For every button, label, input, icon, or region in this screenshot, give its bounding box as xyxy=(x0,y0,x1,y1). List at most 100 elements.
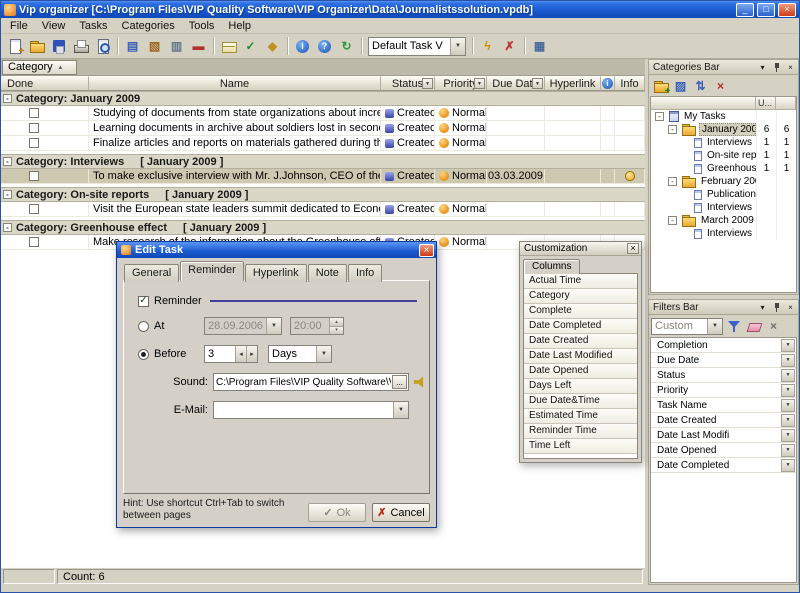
collapse-icon[interactable]: - xyxy=(3,190,12,199)
dropdown-arrow-icon[interactable]: ▼ xyxy=(393,402,408,418)
task-done-checkbox[interactable] xyxy=(29,108,39,118)
column-header-priority[interactable]: Priority▼ xyxy=(435,76,487,91)
time-spin-buttons[interactable]: ▴▾ xyxy=(329,318,343,334)
filter-dropdown-icon[interactable]: ▼ xyxy=(532,78,543,89)
collapse-icon[interactable]: - xyxy=(3,94,12,103)
menu-item-tasks[interactable]: Tasks xyxy=(72,19,114,33)
menu-item-categories[interactable]: Categories xyxy=(115,19,182,33)
delete-filter-button[interactable]: × xyxy=(764,317,783,336)
duplicate-task-button[interactable]: ▥ xyxy=(166,36,187,57)
column-item[interactable]: Reminder Time xyxy=(524,424,637,439)
before-value-input[interactable]: 3 ◂▸ xyxy=(204,345,258,363)
panel-menu-icon[interactable]: ▾ xyxy=(756,61,769,73)
column-header-done[interactable]: Done xyxy=(1,76,89,91)
menu-item-tools[interactable]: Tools xyxy=(182,19,222,33)
sort-categories-button[interactable]: ⇅ xyxy=(691,76,710,95)
filter-row-date-last-modifi[interactable]: Date Last Modifi▼ xyxy=(651,428,796,443)
speaker-icon[interactable] xyxy=(414,377,427,388)
tree-item-interviews[interactable]: Interviews11 xyxy=(651,136,796,149)
filter-dropdown-icon[interactable]: ▼ xyxy=(422,78,433,89)
category-group-row[interactable]: -Category: January 2009 xyxy=(1,91,645,106)
column-header-due-date[interactable]: Due Date▼ xyxy=(487,76,545,91)
at-time-spinner[interactable]: 20:00 ▴▾ xyxy=(290,317,344,335)
dropdown-icon[interactable]: ▼ xyxy=(781,339,795,352)
sync-button[interactable]: ↻ xyxy=(336,36,357,57)
task-row[interactable]: Finalize articles and reports on materia… xyxy=(1,136,645,151)
filter-row-priority[interactable]: Priority▼ xyxy=(651,383,796,398)
maximize-button[interactable]: □ xyxy=(757,3,775,17)
delete-category-button[interactable]: × xyxy=(711,76,730,95)
tree-header-uncompleted[interactable]: U... xyxy=(756,97,776,109)
task-row[interactable]: Learning documents in archive about sold… xyxy=(1,121,645,136)
filter-preset-select[interactable]: Custom ▼ xyxy=(651,318,723,335)
default-task-select[interactable]: Default Task V▼ xyxy=(368,37,466,56)
dialog-close-button[interactable]: × xyxy=(419,244,434,257)
filter-row-status[interactable]: Status▼ xyxy=(651,368,796,383)
print-preview-button[interactable] xyxy=(92,36,113,57)
new-task-button[interactable]: + xyxy=(4,36,25,57)
task-row[interactable]: To make exclusive interview with Mr. J.J… xyxy=(1,169,645,184)
edit-task-button[interactable]: ▧ xyxy=(144,36,165,57)
category-group-row[interactable]: -Category: On-site reports[ January 2009… xyxy=(1,187,645,202)
help-button[interactable]: ? xyxy=(314,36,335,57)
filter-row-date-completed[interactable]: Date Completed▼ xyxy=(651,458,796,473)
edit-category-button[interactable]: ▨ xyxy=(671,76,690,95)
save-button[interactable] xyxy=(48,36,69,57)
add-task-button[interactable]: ▤ xyxy=(122,36,143,57)
print-button[interactable] xyxy=(70,36,91,57)
column-item[interactable]: Date Created xyxy=(524,334,637,349)
collapse-icon[interactable]: - xyxy=(3,223,12,232)
category-group-row[interactable]: -Category: Greenhouse effect[ January 20… xyxy=(1,220,645,235)
tab-reminder[interactable]: Reminder xyxy=(180,261,244,281)
filter-row-completion[interactable]: Completion▼ xyxy=(651,338,796,353)
dropdown-icon[interactable]: ▼ xyxy=(781,459,795,472)
customize-button[interactable]: ▦ xyxy=(529,36,550,57)
ok-button[interactable]: ✓ Ok xyxy=(308,503,366,522)
column-header-status[interactable]: Status▼ xyxy=(381,76,435,91)
column-header-name[interactable]: Name xyxy=(89,76,381,91)
close-icon[interactable]: × xyxy=(784,61,797,73)
dropdown-icon[interactable]: ▼ xyxy=(781,384,795,397)
column-item[interactable]: Due Date&Time xyxy=(524,394,637,409)
send-email-button[interactable] xyxy=(218,36,239,57)
tab-hyperlink[interactable]: Hyperlink xyxy=(245,264,307,282)
email-input[interactable]: ▼ xyxy=(213,401,409,419)
task-done-checkbox[interactable] xyxy=(29,138,39,148)
column-item[interactable]: Actual Time xyxy=(524,274,637,289)
dropdown-icon[interactable]: ▼ xyxy=(781,444,795,457)
close-icon[interactable]: × xyxy=(784,301,797,313)
menu-item-file[interactable]: File xyxy=(3,19,35,33)
clear-button[interactable]: ✗ xyxy=(499,36,520,57)
filter-row-task-name[interactable]: Task Name▼ xyxy=(651,398,796,413)
column-item[interactable]: Date Opened xyxy=(524,364,637,379)
tree-item-february-2009[interactable]: -February 2009 xyxy=(651,175,796,188)
at-date-select[interactable]: 28.09.2006 ▼ xyxy=(204,317,282,335)
customization-close-button[interactable]: × xyxy=(627,243,639,254)
tree-item-march-2009[interactable]: -March 2009 xyxy=(651,214,796,227)
sound-input[interactable]: C:\Program Files\VIP Quality Software\VI… xyxy=(213,373,409,391)
tree-item-interviews[interactable]: Interviews xyxy=(651,227,796,240)
filter-row-due-date[interactable]: Due Date▼ xyxy=(651,353,796,368)
at-radio[interactable] xyxy=(138,321,149,332)
open-button[interactable] xyxy=(26,36,47,57)
filter-row-date-created[interactable]: Date Created▼ xyxy=(651,413,796,428)
task-done-checkbox[interactable] xyxy=(29,237,39,247)
close-button[interactable]: × xyxy=(778,3,796,17)
pin-icon[interactable] xyxy=(770,61,783,73)
cancel-button[interactable]: ✗ Cancel xyxy=(372,503,430,522)
info-button[interactable]: i xyxy=(292,36,313,57)
collapse-icon[interactable]: - xyxy=(668,125,677,134)
column-header-info[interactable]: Info xyxy=(615,76,645,91)
dropdown-icon[interactable]: ▼ xyxy=(781,369,795,382)
reminder-checkbox[interactable] xyxy=(138,296,149,307)
column-header-info-icon[interactable]: i xyxy=(601,76,615,91)
collapse-icon[interactable]: - xyxy=(3,157,12,166)
menu-item-help[interactable]: Help xyxy=(221,19,258,33)
dropdown-icon[interactable]: ▼ xyxy=(781,399,795,412)
filter-row-date-opened[interactable]: Date Opened▼ xyxy=(651,443,796,458)
menu-item-view[interactable]: View xyxy=(35,19,73,33)
tree-item-greenhouse-effect[interactable]: Greenhouse effect11 xyxy=(651,162,796,175)
column-item[interactable]: Days Left xyxy=(524,379,637,394)
tree-item-interviews[interactable]: Interviews xyxy=(651,201,796,214)
tree-header-total[interactable] xyxy=(776,97,796,109)
